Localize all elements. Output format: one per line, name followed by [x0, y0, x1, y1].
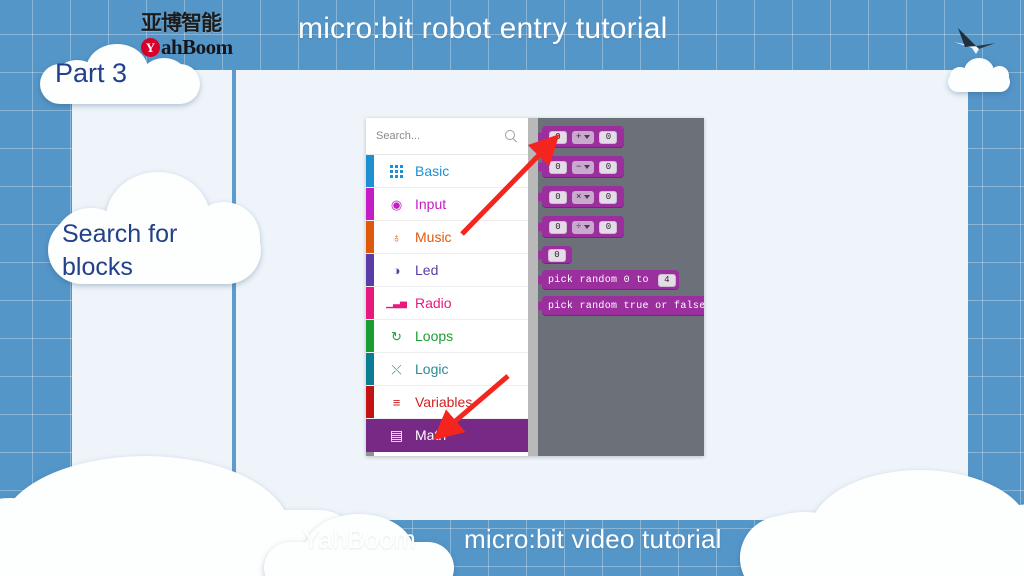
operator-symbol: − [576, 161, 582, 172]
calculator-icon: ▤ [389, 427, 404, 443]
lines-icon: ≡ [392, 394, 401, 410]
pointer-arrow-to-math [433, 374, 510, 441]
category-item-led[interactable]: ◑ Led [366, 254, 528, 287]
decor-cloud-bottom-right [740, 470, 1024, 576]
category-color-bar [366, 419, 374, 451]
block-notch [538, 301, 543, 311]
number-value[interactable]: 0 [548, 248, 566, 262]
category-label: Input [415, 196, 447, 212]
footer-caption: YahBoom micro:bit video tutorial [0, 524, 1024, 555]
pick-random-range-block[interactable]: pick random 0 to 4 [538, 270, 679, 290]
pick-random-boolean-block[interactable]: pick random true or false [538, 296, 704, 316]
block-label: pick random 0 to [548, 274, 649, 286]
panel-divider [232, 70, 236, 520]
category-color-bar [366, 353, 374, 385]
chevron-down-icon [584, 195, 591, 199]
operator-dropdown[interactable]: + [572, 130, 595, 144]
search-callout-line1: Search for [62, 220, 178, 248]
logo-chinese-text: 亚博智能 [141, 10, 222, 35]
operator-symbol: + [576, 131, 582, 142]
random-max-value[interactable]: 4 [657, 273, 676, 287]
category-label: Music [415, 229, 452, 245]
category-color-bar [366, 254, 374, 286]
bird-icon [954, 28, 996, 54]
pointer-arrow-to-flyout [460, 134, 560, 236]
operator-dropdown[interactable]: ÷ [572, 220, 595, 234]
operand-right[interactable]: 0 [599, 160, 618, 174]
category-item-more[interactable]: ⋯ More [366, 452, 528, 456]
headphone-icon: ♁ [391, 229, 402, 245]
operand-right[interactable]: 0 [599, 130, 618, 144]
category-color-bar [366, 221, 374, 253]
chevron-down-icon [584, 135, 591, 139]
grid-icon [388, 163, 405, 180]
block-notch [538, 275, 543, 285]
chevron-down-icon [584, 165, 591, 169]
category-item-radio[interactable]: ▁▃▅ Radio [366, 287, 528, 320]
category-label: Loops [415, 328, 454, 344]
part-label: Part 3 [55, 58, 128, 88]
operand-right[interactable]: 0 [599, 190, 618, 204]
signal-icon: ▁▃▅ [386, 297, 407, 308]
operand-right[interactable]: 0 [599, 220, 618, 234]
operator-dropdown[interactable]: × [572, 190, 595, 204]
operator-dropdown[interactable]: − [572, 160, 595, 174]
category-label: Basic [415, 163, 450, 179]
chevron-down-icon [584, 225, 591, 229]
block-label: pick random true or false [548, 300, 704, 312]
refresh-icon: ↻ [391, 328, 402, 344]
category-color-bar [366, 320, 374, 352]
category-color-bar [366, 188, 374, 220]
category-label: More [415, 453, 447, 456]
toggle-icon: ◑ [392, 262, 401, 278]
category-color-bar [366, 287, 374, 319]
decor-cloud-topright [948, 58, 1010, 92]
footer-brand: YahBoom [302, 524, 416, 554]
footer-caption-text: micro:bit video tutorial [463, 524, 722, 554]
slide-canvas: 亚博智能 Y ahBoom micro:bit robot entry tuto… [0, 0, 1024, 576]
dots-icon: ⋯ [388, 453, 405, 457]
operator-symbol: × [576, 191, 582, 202]
category-color-bar [366, 452, 374, 456]
category-item-loops[interactable]: ↻ Loops [366, 320, 528, 353]
category-color-bar [366, 155, 374, 187]
page-title: micro:bit robot entry tutorial [298, 12, 668, 45]
category-label: Led [415, 262, 439, 278]
category-label: Radio [415, 295, 452, 311]
shuffle-icon: ⤬ [391, 361, 402, 377]
search-callout-label: Search for blocks [62, 218, 242, 284]
category-color-bar [366, 386, 374, 418]
search-callout-line2: blocks [62, 253, 133, 281]
math-number-block[interactable]: 0 [538, 246, 572, 264]
operator-symbol: ÷ [576, 221, 582, 232]
target-icon: ◉ [390, 196, 403, 212]
block-notch [538, 250, 543, 260]
